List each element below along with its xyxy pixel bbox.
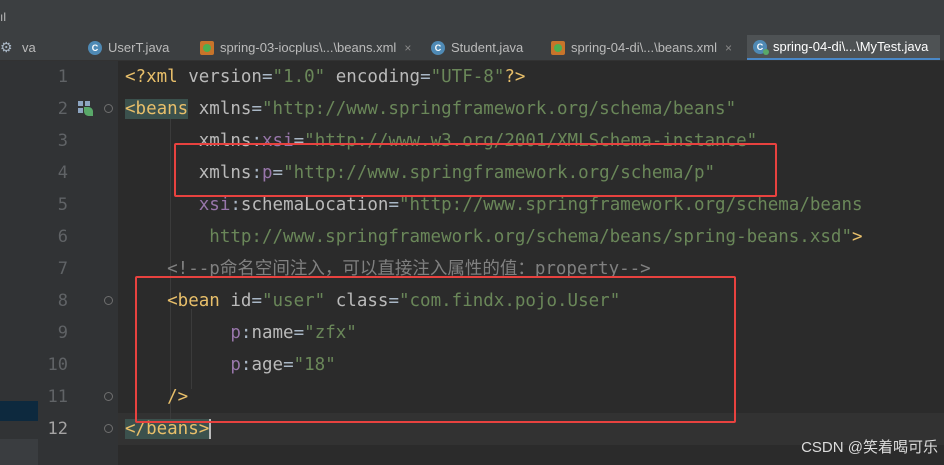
line-number: 10 (47, 355, 68, 375)
line-number: 8 (57, 291, 68, 311)
code-token: http://www.springframework.org/schema/be… (125, 227, 852, 247)
line-number: 6 (57, 227, 68, 247)
code-token: = (251, 99, 262, 119)
code-token: : (230, 195, 241, 215)
code-token: "http://www.springframework.org/schema/b… (398, 195, 863, 215)
tab-spring03-beans-xml[interactable]: spring-03-iocplus\...\beans.xml × (200, 35, 411, 60)
java-class-icon: C (431, 40, 445, 55)
code-token: = (261, 67, 273, 87)
code-token: encoding (335, 67, 421, 87)
tab-label: UserT.java (108, 40, 170, 55)
sidebar-hover-row[interactable] (0, 439, 38, 465)
line-number-gutter[interactable]: 1 2 3 4 5 6 7 8 9 10 11 12 (38, 61, 119, 465)
code-line[interactable]: http://www.springframework.org/schema/be… (125, 221, 863, 253)
line-number: 3 (57, 131, 68, 151)
spring-bean-gutter-icon[interactable] (78, 101, 93, 116)
tab-partial-java[interactable]: va (22, 35, 36, 60)
code-token: xsi (198, 195, 231, 215)
tab-label: spring-04-di\...\MyTest.java (773, 39, 929, 54)
tab-label: Student.java (451, 40, 524, 55)
xml-file-icon (551, 40, 565, 55)
settings-gear-icon[interactable]: ⚙ (0, 39, 16, 55)
code-token: "UTF-8" (430, 67, 505, 87)
fold-marker-icon[interactable] (104, 424, 113, 433)
code-token: > (851, 227, 863, 247)
java-class-icon: C (88, 40, 102, 55)
sidebar-selected-row[interactable] (0, 401, 38, 421)
tab-spring04-beans-xml[interactable]: spring-04-di\...\beans.xml × (551, 35, 732, 60)
window-top-strip: ıl (0, 0, 944, 35)
xml-file-icon (200, 40, 214, 55)
fold-marker-icon[interactable] (104, 296, 113, 305)
code-token: = (420, 67, 431, 87)
code-token: "http://www.springframework.org/schema/b… (262, 99, 737, 119)
watermark-text: CSDN @笑着喝可乐 (801, 439, 938, 456)
tab-usert-java[interactable]: C UserT.java (88, 35, 169, 60)
line-number: 11 (47, 387, 68, 407)
tab-mytest-java[interactable]: C spring-04-di\...\MyTest.java (747, 35, 941, 60)
tab-student-java[interactable]: C Student.java (431, 35, 523, 60)
code-line[interactable]: <?xml version="1.0" encoding="UTF-8"?> (125, 61, 863, 93)
line-number: 4 (57, 163, 68, 183)
code-line[interactable]: <beans xmlns="http://www.springframework… (125, 93, 863, 125)
top-strip-glyph: ıl (0, 10, 6, 24)
line-number: 1 (57, 67, 68, 87)
tab-label: va (22, 40, 36, 55)
fold-marker-icon[interactable] (104, 392, 113, 401)
code-token: <beans (125, 99, 189, 119)
line-number: 5 (57, 195, 68, 215)
line-number: 12 (47, 419, 68, 439)
project-sidebar[interactable] (0, 61, 39, 465)
editor-tab-bar: ⚙ va C UserT.java spring-03-iocplus\...\… (0, 35, 944, 61)
tab-label: spring-04-di\...\beans.xml (571, 40, 717, 55)
close-tab-icon[interactable]: × (404, 41, 411, 55)
code-token: version (188, 67, 262, 87)
java-test-class-icon: C (753, 39, 769, 55)
line-number: 2 (57, 99, 68, 119)
close-tab-icon[interactable]: × (725, 41, 732, 55)
line-number: 7 (57, 259, 68, 279)
code-token: ?> (504, 67, 526, 87)
highlight-box-bean-definition (135, 276, 736, 423)
code-token: = (388, 195, 399, 215)
code-token: <?xml (125, 67, 189, 87)
line-number: 9 (57, 323, 68, 343)
code-token: schemaLocation (240, 195, 389, 215)
fold-marker-icon[interactable] (104, 104, 113, 113)
highlight-box-p-namespace (174, 143, 777, 197)
tab-label: spring-03-iocplus\...\beans.xml (220, 40, 397, 55)
code-token: "1.0" (272, 67, 326, 87)
code-token: xmlns (198, 99, 252, 119)
